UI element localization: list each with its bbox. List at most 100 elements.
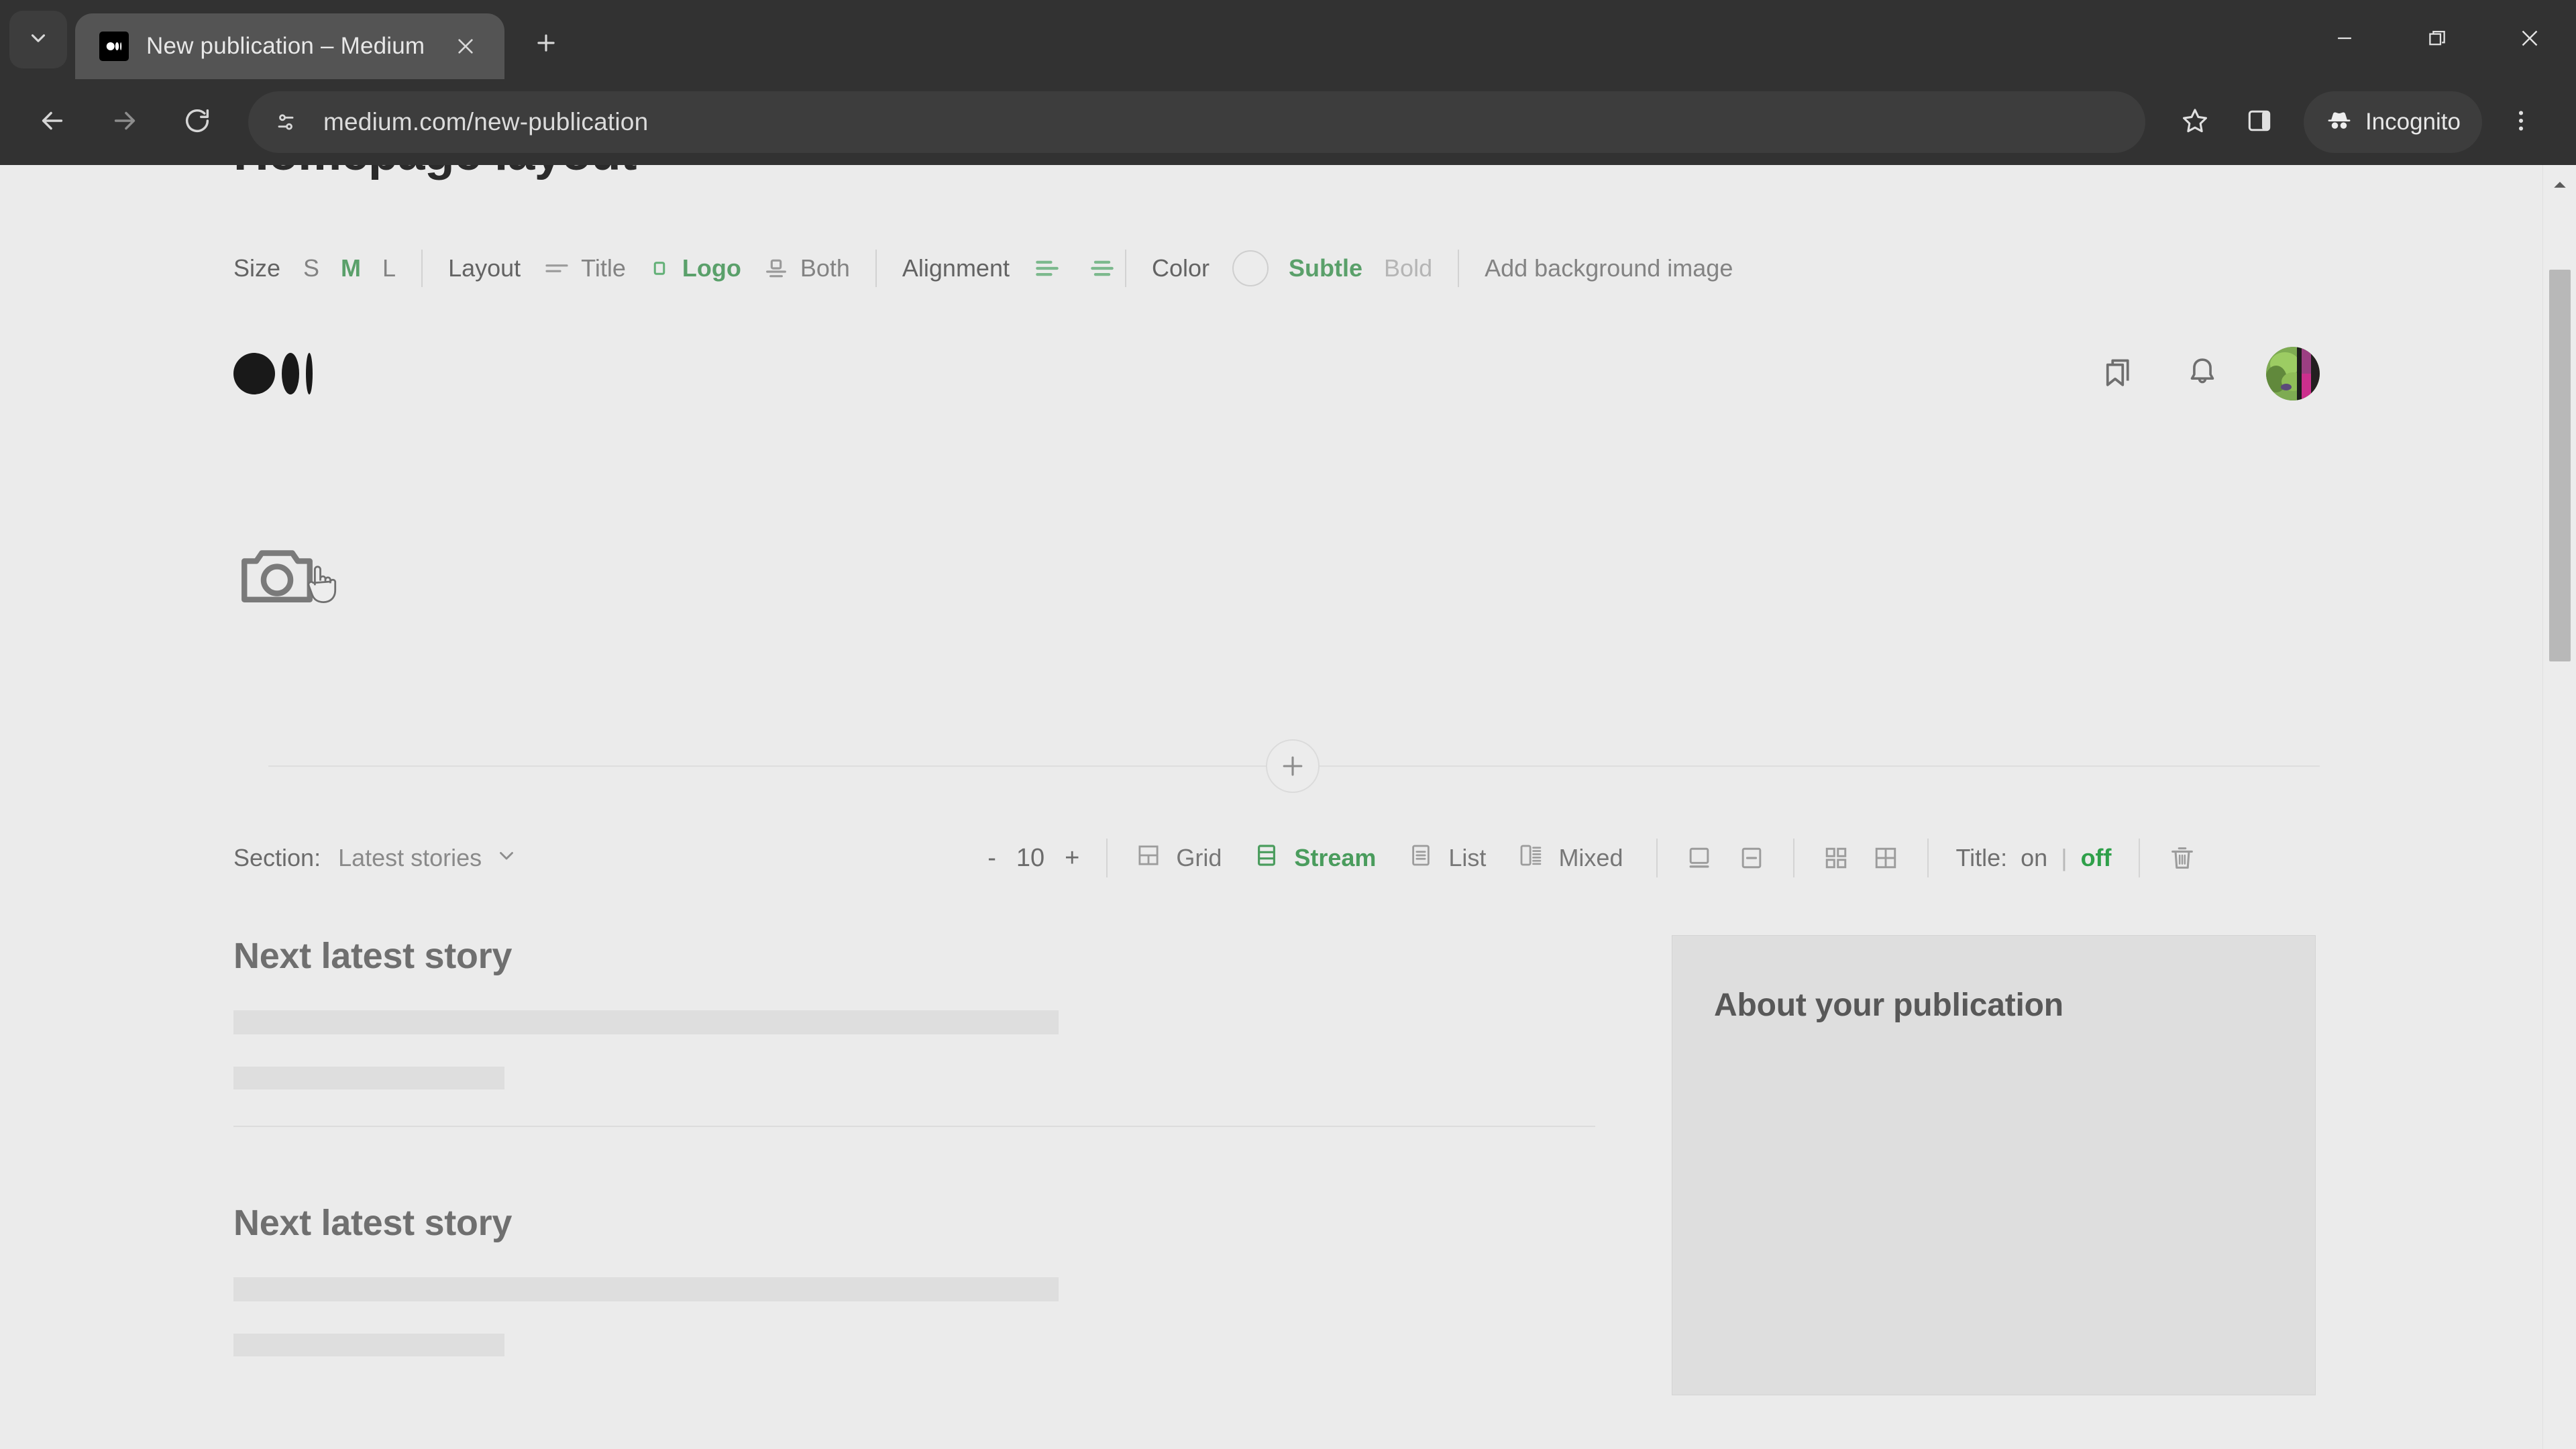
star-icon (2180, 105, 2210, 140)
minimize-icon (2333, 27, 2356, 53)
minimize-button[interactable] (2298, 0, 2391, 79)
size-option-s[interactable]: S (303, 254, 319, 282)
page-title: Homepage layout (233, 165, 2320, 178)
increment-button[interactable]: + (1065, 844, 1079, 873)
close-window-button[interactable] (2483, 0, 2576, 79)
add-section-divider (233, 739, 2320, 793)
divider (1124, 250, 1126, 287)
title-toggle-separator: | (2061, 844, 2068, 871)
url-text: medium.com/new-publication (323, 108, 649, 136)
stream-view-icon (1252, 841, 1281, 875)
bookmark-lists-icon[interactable] (2098, 352, 2139, 396)
incognito-hat-icon (2325, 105, 2353, 140)
title-toggle-on[interactable]: on (2021, 844, 2047, 872)
grid-small-icon[interactable] (1821, 843, 1851, 873)
color-option-bold[interactable]: Bold (1384, 254, 1432, 282)
story-separator (233, 1126, 1595, 1127)
tab-strip: New publication – Medium (0, 0, 2576, 79)
back-button[interactable] (16, 86, 89, 158)
layout-option-logo[interactable]: Logo (647, 254, 763, 282)
section-config-toolbar: Section: Latest stories - 10 + Grid Stre… (233, 837, 2320, 879)
story-list: Next latest story Next latest story (233, 935, 1595, 1395)
story-item[interactable]: Next latest story (233, 935, 1595, 1166)
title-toggle-off[interactable]: off (2081, 844, 2112, 872)
view-label-list: List (1448, 844, 1487, 871)
divider (1656, 839, 1658, 877)
story-count-stepper: - 10 + (987, 844, 1079, 873)
story-skeleton-line (233, 1067, 504, 1089)
grid-large-icon[interactable] (1871, 843, 1900, 873)
view-option-stream[interactable]: Stream (1252, 841, 1376, 875)
align-left-icon[interactable] (1032, 254, 1062, 283)
size-option-m[interactable]: M (341, 254, 361, 282)
story-item[interactable]: Next latest story (233, 1166, 1595, 1395)
browser-window: New publication – Medium medium.com/new-… (0, 0, 2576, 1449)
tab-search-button[interactable] (9, 11, 67, 68)
view-label-mixed: Mixed (1558, 844, 1623, 871)
alignment-label: Alignment (902, 254, 1010, 282)
mixed-view-icon (1517, 841, 1545, 875)
trash-icon[interactable] (2167, 843, 2198, 873)
scroll-up-arrow-icon[interactable] (2543, 165, 2576, 205)
about-publication-card[interactable]: About your publication (1672, 935, 2316, 1395)
layout-label: Layout (448, 254, 521, 282)
side-panel-button[interactable] (2227, 90, 2292, 154)
notifications-bell-icon[interactable] (2183, 353, 2222, 395)
story-skeleton-line (233, 1277, 1059, 1301)
story-title: Next latest story (233, 1203, 513, 1243)
divider (2138, 839, 2140, 877)
side-panel-icon (2245, 106, 2274, 139)
divider (1793, 839, 1795, 877)
header-icon-group (2098, 347, 2320, 400)
medium-logo-sliver (306, 353, 313, 394)
maximize-button[interactable] (2391, 0, 2483, 79)
back-arrow-icon (37, 105, 68, 140)
title-toggle: Title: on | off (1955, 844, 2111, 872)
image-inline-icon[interactable] (1737, 843, 1766, 873)
image-top-icon[interactable] (1684, 843, 1714, 873)
cover-image-placeholder[interactable] (233, 531, 337, 622)
browser-tab[interactable]: New publication – Medium (75, 13, 504, 79)
align-center-icon[interactable] (1087, 254, 1117, 283)
chrome-menu-button[interactable] (2489, 90, 2553, 154)
view-option-mixed[interactable]: Mixed (1517, 841, 1623, 875)
scrollbar-thumb[interactable] (2549, 270, 2571, 661)
layout-label-both: Both (800, 254, 850, 282)
medium-logo[interactable] (233, 353, 313, 394)
window-controls (2298, 0, 2576, 79)
medium-favicon (99, 32, 129, 61)
chevron-down-icon (27, 27, 50, 53)
chevron-down-icon (495, 844, 518, 873)
story-skeleton-line (233, 1010, 1059, 1034)
bookmark-button[interactable] (2163, 90, 2227, 154)
color-label: Color (1151, 254, 1210, 282)
plus-icon (533, 30, 559, 59)
layout-option-title[interactable]: Title (543, 254, 647, 282)
lines-icon (543, 255, 570, 282)
incognito-indicator[interactable]: Incognito (2303, 91, 2482, 153)
view-option-grid[interactable]: Grid (1134, 841, 1222, 875)
close-icon[interactable] (447, 28, 484, 65)
add-background-image-button[interactable]: Add background image (1485, 254, 1733, 282)
user-avatar[interactable] (2266, 347, 2320, 400)
divider (875, 250, 877, 287)
color-option-subtle[interactable]: Subtle (1289, 254, 1362, 282)
new-tab-button[interactable] (522, 20, 570, 68)
add-section-plus-icon[interactable] (1266, 739, 1320, 793)
color-swatch[interactable] (1232, 250, 1269, 286)
forward-button[interactable] (89, 86, 161, 158)
decrement-button[interactable]: - (987, 844, 996, 873)
section-select[interactable]: Latest stories (338, 844, 518, 873)
reload-button[interactable] (161, 86, 233, 158)
section-preview: Next latest story Next latest story Abou… (233, 935, 2320, 1395)
page-scrollbar[interactable] (2542, 165, 2576, 1449)
view-option-list[interactable]: List (1407, 841, 1486, 875)
layout-option-both[interactable]: Both (763, 254, 871, 282)
address-bar[interactable]: medium.com/new-publication (248, 91, 2145, 153)
divider (1106, 839, 1108, 877)
header-config-toolbar: Size S M L Layout Title Logo Both Alignm… (233, 248, 2320, 288)
site-settings-icon[interactable] (263, 99, 309, 145)
view-label-grid: Grid (1176, 844, 1222, 871)
size-option-l[interactable]: L (382, 254, 396, 282)
medium-logo-circle (233, 353, 275, 394)
